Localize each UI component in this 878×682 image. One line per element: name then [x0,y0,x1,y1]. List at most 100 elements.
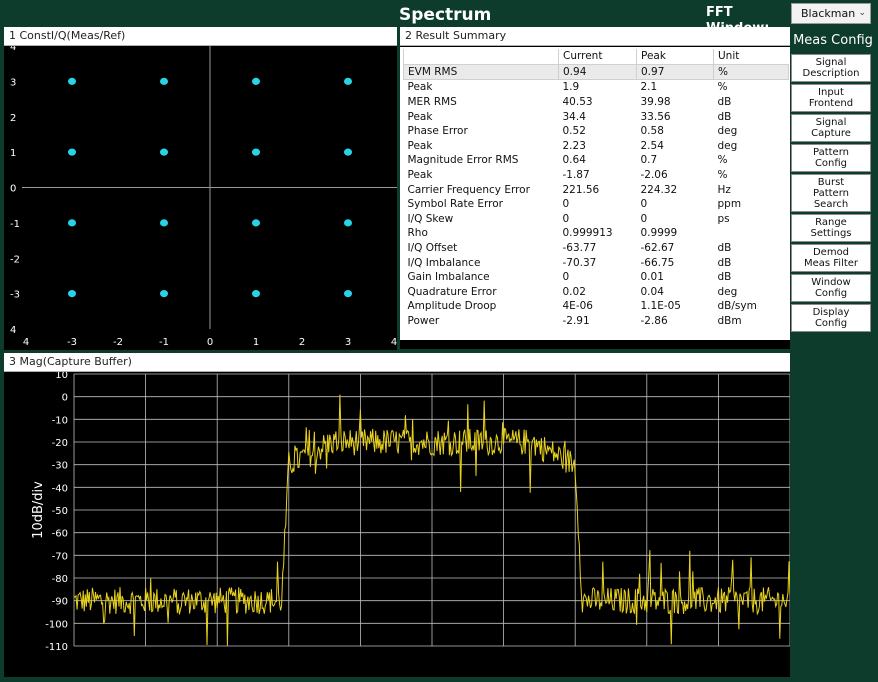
pattern-config-button[interactable]: Pattern Config [791,144,871,172]
summary-cell: Peak [407,81,433,94]
summary-cell: 0.04 [640,285,664,298]
summary-cell: ppm [717,198,742,211]
summary-cell: % [717,169,728,182]
range-settings-button[interactable]: Range Settings [791,214,871,242]
summary-cell: 0.9999 [640,227,678,240]
summary-row: Carrier Frequency Error 221.56 224.32 Hz [404,182,789,197]
summary-cell: Quadrature Error [407,285,497,298]
constellation-panel-title: 1 ConstI/Q(Meas/Ref) [4,27,397,46]
summary-row: Gain Imbalance 0 0.01 dB [404,270,789,285]
constellation-point [68,219,76,227]
summary-cell: -2.06 [640,169,668,182]
summary-cell: Peak [407,110,433,123]
summary-cell: Phase Error [407,125,468,138]
summary-cell: % [713,63,789,81]
magnitude-y-tick-label: -90 [52,597,68,608]
summary-cell: 0.02 [562,285,586,298]
summary-row: EVM RMS 0.94 0.97% [403,63,789,81]
constellation-x-tick-label: 2 [299,337,305,348]
constellation-point [68,77,76,85]
summary-cell: MER RMS [407,96,457,109]
summary-row: Power -2.91 -2.86 dBm [404,314,789,329]
summary-cell: 224.32 [640,183,678,196]
summary-column-header: Unit [713,49,789,65]
summary-cell: 0 [640,198,648,211]
summary-row: Phase Error 0.52 0.58 deg [404,124,789,139]
constellation-point [344,290,352,298]
constellation-point [160,219,168,227]
constellation-point [68,148,76,156]
constellation-x-tick-label: 1 [253,337,259,348]
summary-cell: 0.94 [558,63,637,81]
summary-row: MER RMS 40.53 39.98 dB [404,95,789,110]
chevron-down-icon[interactable]: ⌄ [858,4,866,23]
summary-cell: 40.53 [562,96,593,109]
summary-cell: 1.1E-05 [640,300,681,313]
constellation-point [344,77,352,85]
summary-cell: 0.58 [640,125,664,138]
summary-row: Peak 1.9 2.1% [404,80,789,95]
summary-cell: 2.23 [562,139,586,152]
summary-row: Quadrature Error 0.02 0.04 deg [404,285,789,300]
burst-pattern-search-button[interactable]: Burst Pattern Search [791,174,871,212]
magnitude-y-axis-label: 10dB/div [31,481,46,539]
signal-description-button[interactable]: Signal Description [791,54,871,82]
signal-capture-button[interactable]: Signal Capture [791,114,871,142]
summary-cell: dB [717,256,732,269]
magnitude-chart: 10 0 -10 -20 -30 -40 -50 -60 -70 -80 -90 -100 -110 10… [31,372,790,653]
magnitude-y-tick-label: 0 [62,393,68,404]
summary-row: Peak -1.87 -2.06% [404,168,789,183]
summary-cell: % [717,81,728,94]
summary-cell: deg [717,139,738,152]
window-config-button[interactable]: Window Config [791,274,871,302]
magnitude-y-tick-label: -70 [52,551,68,562]
summary-cell: 0.7 [640,154,658,167]
constellation-point [344,148,352,156]
summary-cell: Magnitude Error RMS [407,154,519,167]
summary-row: Rho 0.999913 0.9999 [404,226,789,241]
summary-row: I/Q Imbalance -70.37 -66.75 dB [404,255,789,270]
summary-cell: dB/sym [717,300,757,313]
constellation-y-tick-label: -3 [10,290,20,301]
summary-cell: dB [717,271,732,284]
summary-cell: EVM RMS [403,63,559,81]
magnitude-y-tick-label: -110 [45,642,68,653]
summary-cell: 0.52 [562,125,586,138]
constellation-point [252,77,260,85]
summary-cell: Hz [717,183,731,196]
summary-row: Magnitude Error RMS 0.64 0.7% [404,153,789,168]
result-summary-panel: 2 Result Summary Current Peak Unit EVM RMS 0… [400,27,790,349]
summary-cell: dB [717,96,732,109]
magnitude-panel-title: 3 Mag(Capture Buffer) [4,353,790,372]
summary-cell: 34.4 [562,110,586,123]
fft-window-select[interactable]: Blackman ⌄ [791,3,871,24]
summary-row: Peak 34.4 33.56 dB [404,109,789,124]
magnitude-y-tick-label: -100 [45,619,68,630]
summary-header-row: Current Peak Unit [403,49,789,65]
summary-cell: 0.97 [636,63,714,81]
summary-cell: 0.999913 [562,227,613,240]
summary-cell: -62.67 [640,242,675,255]
constellation-y-tick-label: 4 [10,325,16,336]
summary-cell: dB [717,110,732,123]
summary-cell: 1.9 [562,81,580,94]
constellation-chart: 43210-1-2-344 -3 -2 -1 0 1 2 3 4 [10,46,397,348]
constellation-panel: 1 ConstI/Q(Meas/Ref) 4 3 2 1 0 -1 -2 -3 4 4 -3 -2 -1… [4,27,397,350]
display-config-button[interactable]: Display Config [791,304,871,332]
constellation-y-tick-label: 0 [10,184,16,195]
summary-column-header: Current [558,49,637,65]
summary-cell: 33.56 [640,110,671,123]
constellation-x-tick-label: -3 [67,337,77,348]
magnitude-y-tick-label: -30 [52,461,68,472]
summary-cell: -2.91 [562,314,590,327]
result-summary-body: Current Peak Unit EVM RMS 0.94 0.97% Peak 1.9 2.… [400,47,790,340]
constellation-x-tick-label: 4 [391,337,397,348]
summary-cell [714,226,789,241]
magnitude-panel: 3 Mag(Capture Buffer) 10 0 -10 -20 -30 -40 -50… [4,353,790,677]
summary-cell: dB [717,242,732,255]
constellation-y-tick-label: 3 [10,77,16,88]
constellation-y-tick-label: 2 [10,113,16,124]
input-frontend-button[interactable]: Input Frontend [791,84,871,112]
demod-meas-filter-button[interactable]: Demod Meas Filter [791,244,871,272]
constellation-point [160,148,168,156]
